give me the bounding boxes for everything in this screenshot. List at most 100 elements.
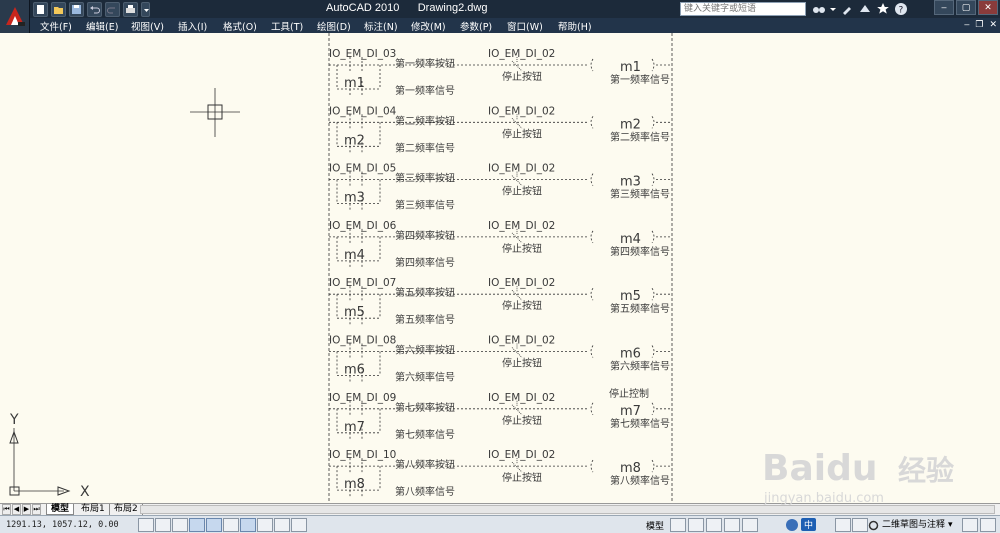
- polar-tracking-icon[interactable]: [189, 518, 205, 532]
- subscription-icon[interactable]: [840, 1, 854, 16]
- menu-window[interactable]: 窗口(W): [507, 19, 543, 33]
- binoculars-icon[interactable]: [812, 1, 826, 16]
- tab-layout1[interactable]: 布局1: [77, 504, 110, 515]
- lock-icon[interactable]: [962, 518, 978, 532]
- doc-minimize-icon[interactable]: –: [964, 19, 969, 30]
- infocenter-tools: ?: [812, 1, 908, 16]
- menu-file[interactable]: 文件(F): [40, 19, 72, 33]
- menu-insert[interactable]: 插入(I): [178, 19, 207, 33]
- tab-model[interactable]: 模型: [46, 504, 75, 515]
- autocad-window: AutoCAD 2010 Drawing2.dwg ? – ▢ ✕ 文件(F) …: [0, 0, 1000, 533]
- menu-help[interactable]: 帮助(H): [558, 19, 592, 33]
- doc-close-icon[interactable]: ✕: [989, 19, 997, 30]
- menu-format[interactable]: 格式(O): [223, 19, 257, 33]
- ortho-mode-icon[interactable]: [172, 518, 188, 532]
- new-icon[interactable]: [33, 1, 48, 17]
- open-icon[interactable]: [51, 1, 66, 17]
- showmotion-icon[interactable]: [742, 518, 759, 532]
- help-icon[interactable]: ?: [894, 1, 908, 16]
- menu-view[interactable]: 视图(V): [131, 19, 164, 33]
- menu-dimension[interactable]: 标注(N): [364, 19, 398, 33]
- rung-5-coil-name: m5: [620, 289, 641, 304]
- watermark-brand-cn: 经验: [898, 454, 954, 487]
- favorites-star-icon[interactable]: [876, 1, 890, 16]
- rung-6-input-tag: IO_EM_DI_08: [329, 335, 396, 347]
- rung-5-stop-contact-slash: [511, 289, 523, 301]
- redo-icon[interactable]: [105, 1, 120, 17]
- document-name: Drawing2.dwg: [417, 2, 488, 14]
- rung-7-button-label: 第七频率按钮: [395, 401, 455, 414]
- zoom-icon[interactable]: [706, 518, 723, 532]
- annotation-scale-icon[interactable]: [835, 518, 851, 532]
- object-snap-icon[interactable]: [206, 518, 222, 532]
- menu-modify[interactable]: 修改(M): [411, 19, 446, 33]
- rung-7-coil-name: m7: [620, 404, 641, 419]
- rung-4-stop-contact-slash: [511, 232, 523, 244]
- application-menu-button[interactable]: [0, 0, 30, 33]
- menu-edit[interactable]: 编辑(E): [86, 19, 118, 33]
- workspace-switcher[interactable]: 二维草图与注释 ▾: [868, 518, 953, 532]
- object-snap-tracking-icon[interactable]: [223, 518, 239, 532]
- minimize-icon[interactable]: –: [934, 0, 954, 15]
- rung-1-stop-contact-slash: [511, 60, 523, 72]
- layout-view-icon[interactable]: [670, 518, 687, 532]
- rung-7-extra-label: 停止控制: [609, 387, 649, 400]
- steering-wheel-icon[interactable]: [724, 518, 741, 532]
- menu-draw[interactable]: 绘图(D): [317, 19, 351, 33]
- communication-center-icon[interactable]: [858, 1, 872, 16]
- snap-mode-icon[interactable]: [138, 518, 154, 532]
- workspace-name: 二维草图与注释: [882, 520, 946, 530]
- clean-screen-icon[interactable]: [980, 518, 996, 532]
- rung-1-holding-contact-label: 第一频率信号: [395, 84, 455, 97]
- rung-4-stop-tag: IO_EM_DI_02: [488, 220, 555, 232]
- rung-2-coil-left: [590, 116, 594, 129]
- rung-8-stop-label: 停止按钮: [502, 471, 542, 484]
- rung-6-button-label: 第六频率按钮: [395, 344, 455, 357]
- dynamic-ucs-icon[interactable]: [240, 518, 256, 532]
- rung-7-coil-left: [590, 402, 594, 416]
- rung-4-coil-name: m4: [620, 232, 641, 247]
- rung-6-coil-left: [590, 345, 594, 358]
- model-space-label[interactable]: 模型: [646, 519, 664, 532]
- grid-display-icon[interactable]: [155, 518, 171, 532]
- rung-1-input-tag: IO_EM_DI_03: [329, 48, 396, 60]
- pan-icon[interactable]: [688, 518, 705, 532]
- watermark-brand: Baidu: [762, 448, 877, 489]
- autocad-logo-icon: [6, 7, 25, 26]
- status-right-tools: 模型: [646, 518, 759, 532]
- rung-5-button-label: 第五频率按钮: [395, 286, 455, 299]
- chevron-down-icon[interactable]: [830, 1, 836, 16]
- close-icon[interactable]: ✕: [978, 0, 998, 15]
- doc-restore-icon[interactable]: ❐: [975, 19, 983, 30]
- menu-parametric[interactable]: 参数(P): [460, 19, 492, 33]
- tab-next-icon[interactable]: ▶: [22, 504, 31, 515]
- tab-layout2[interactable]: 布局2: [110, 504, 143, 515]
- quick-properties-icon[interactable]: [291, 518, 307, 532]
- plot-icon[interactable]: [123, 1, 138, 17]
- status-bar: 1291.13, 1057.12, 0.00 模型 中 二维草图与注释 ▾: [0, 515, 1000, 533]
- rung-1-coil-label: 第一频率信号: [610, 73, 670, 86]
- tab-first-icon[interactable]: ⏮: [2, 504, 11, 515]
- lineweight-icon[interactable]: [274, 518, 290, 532]
- maximize-icon[interactable]: ▢: [956, 0, 976, 15]
- undo-icon[interactable]: [87, 1, 102, 17]
- ime-indicator[interactable]: 中: [785, 517, 825, 532]
- annotation-visibility-icon[interactable]: [852, 518, 868, 532]
- rung-1-coil-right: [651, 58, 655, 72]
- rung-3-coil-label: 第三频率信号: [610, 188, 670, 201]
- help-search-input[interactable]: [680, 2, 806, 16]
- tab-prev-icon[interactable]: ◀: [12, 504, 21, 515]
- menu-tools[interactable]: 工具(T): [271, 19, 303, 33]
- rung-1-coil-left: [590, 58, 594, 72]
- drawing-canvas[interactable]: IO_EM_DI_03 第一频率按钮 IO_EM_DI_02 停止按钮 m1 第一频率信号…: [0, 33, 1000, 503]
- save-icon[interactable]: [69, 1, 84, 17]
- rung-1-coil-name: m1: [620, 60, 641, 75]
- rung-3-coil-left: [590, 173, 594, 186]
- svg-text:?: ?: [899, 6, 904, 16]
- qat-dropdown-icon[interactable]: [141, 1, 150, 17]
- tab-last-icon[interactable]: ⏭: [32, 504, 41, 515]
- rung-7-coil-label: 第七频率信号: [610, 417, 670, 430]
- document-window-controls: – ❐ ✕: [964, 19, 997, 30]
- rung-4-coil-right: [651, 230, 655, 244]
- dynamic-input-icon[interactable]: [257, 518, 273, 532]
